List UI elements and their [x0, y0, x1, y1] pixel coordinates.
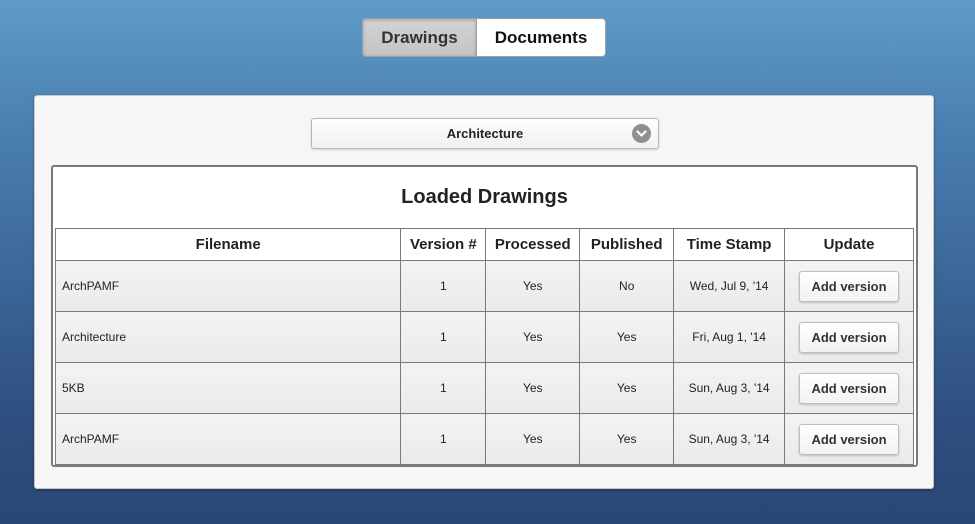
cell-published: Yes — [579, 413, 675, 465]
cell-published: Yes — [579, 311, 675, 363]
tab-bar: Drawings Documents — [362, 18, 606, 57]
cell-filename: ArchPAMF — [54, 413, 402, 465]
table-row: ArchPAMF 1 Yes Yes Sun, Aug 3, '14 Add v… — [54, 413, 914, 465]
table-header-row: Filename Version # Processed Published T… — [54, 228, 914, 261]
cell-published: Yes — [579, 362, 675, 414]
dropdown-selected-value: Architecture — [446, 126, 524, 141]
cell-processed: Yes — [485, 260, 581, 312]
cell-timestamp: Sun, Aug 3, '14 — [673, 362, 786, 414]
cell-version: 1 — [400, 260, 487, 312]
table-row: Architecture 1 Yes Yes Fri, Aug 1, '14 A… — [54, 311, 914, 363]
add-version-button[interactable]: Add version — [799, 321, 899, 353]
header-filename: Filename — [54, 228, 402, 261]
cell-filename: ArchPAMF — [54, 260, 402, 312]
drawings-table: Filename Version # Processed Published T… — [54, 228, 914, 465]
tab-documents[interactable]: Documents — [477, 18, 606, 57]
cell-timestamp: Wed, Jul 9, '14 — [673, 260, 786, 312]
header-update: Update — [784, 228, 914, 261]
cell-timestamp: Fri, Aug 1, '14 — [673, 311, 786, 363]
cell-filename: 5KB — [54, 362, 402, 414]
cell-processed: Yes — [485, 413, 581, 465]
tab-drawings[interactable]: Drawings — [362, 18, 477, 57]
header-processed: Processed — [485, 228, 581, 261]
header-version: Version # — [400, 228, 487, 261]
cell-version: 1 — [400, 413, 487, 465]
header-published: Published — [579, 228, 675, 261]
cell-update: Add version — [784, 260, 914, 312]
add-version-button[interactable]: Add version — [799, 372, 899, 404]
table-title: Loaded Drawings — [401, 185, 568, 208]
table-row: ArchPAMF 1 Yes No Wed, Jul 9, '14 Add ve… — [54, 260, 914, 312]
category-dropdown[interactable]: Architecture — [311, 118, 659, 149]
cell-processed: Yes — [485, 311, 581, 363]
header-timestamp: Time Stamp — [673, 228, 786, 261]
add-version-button[interactable]: Add version — [799, 270, 899, 302]
chevron-down-icon — [632, 124, 651, 143]
cell-published: No — [579, 260, 675, 312]
table-row: 5KB 1 Yes Yes Sun, Aug 3, '14 Add versio… — [54, 362, 914, 414]
cell-update: Add version — [784, 413, 914, 465]
cell-version: 1 — [400, 362, 487, 414]
cell-filename: Architecture — [54, 311, 402, 363]
add-version-button[interactable]: Add version — [799, 423, 899, 455]
cell-update: Add version — [784, 362, 914, 414]
loaded-drawings-box: Loaded Drawings Filename Version # Proce… — [51, 165, 918, 467]
cell-processed: Yes — [485, 362, 581, 414]
cell-update: Add version — [784, 311, 914, 363]
cell-timestamp: Sun, Aug 3, '14 — [673, 413, 786, 465]
main-panel: Architecture Loaded Drawings Filename Ve… — [34, 95, 934, 489]
cell-version: 1 — [400, 311, 487, 363]
